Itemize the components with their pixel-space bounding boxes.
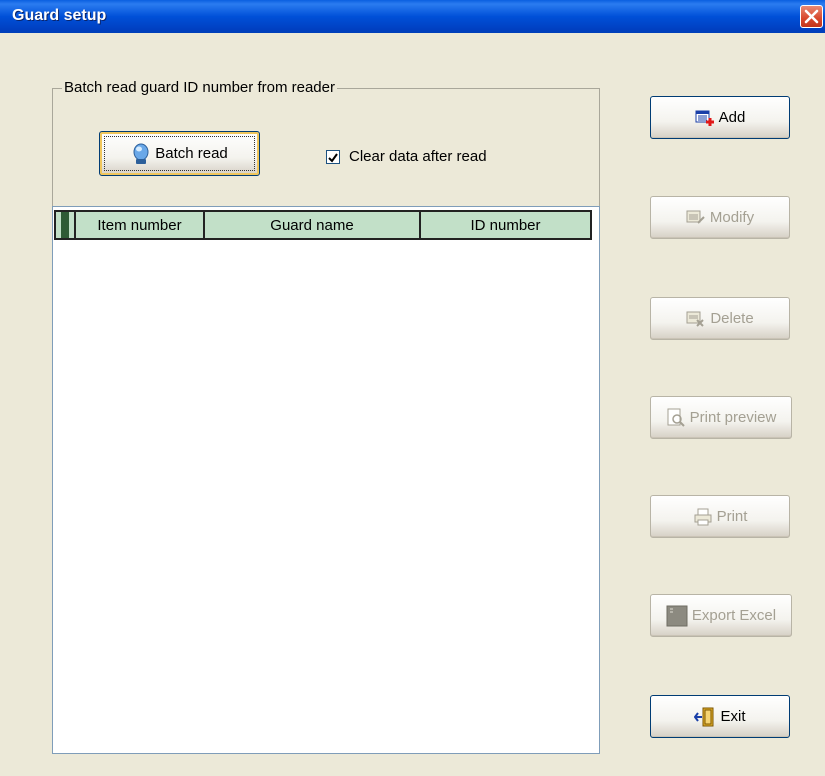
add-button[interactable]: Add xyxy=(650,96,790,139)
excel-icon xyxy=(666,605,688,627)
exit-label: Exit xyxy=(720,708,746,725)
column-header-item-number[interactable]: Item number xyxy=(76,212,205,238)
title-bar: Guard setup xyxy=(0,0,825,33)
clear-data-checkbox[interactable] xyxy=(326,149,340,164)
export-excel-button[interactable]: Export Excel xyxy=(650,594,792,637)
clear-data-label: Clear data after read xyxy=(349,148,487,165)
batch-read-label: Batch read xyxy=(155,145,228,162)
add-record-icon xyxy=(695,109,715,127)
guard-grid[interactable]: Item number Guard name ID number xyxy=(52,206,600,754)
export-excel-label: Export Excel xyxy=(691,607,777,624)
group-legend: Batch read guard ID number from reader xyxy=(62,79,337,96)
print-preview-button[interactable]: Print preview xyxy=(650,396,792,439)
column-header-guard-name[interactable]: Guard name xyxy=(205,212,421,238)
modify-label: Modify xyxy=(709,209,755,226)
print-preview-icon xyxy=(666,408,686,428)
delete-label: Delete xyxy=(710,310,754,327)
close-button[interactable] xyxy=(800,5,823,28)
window-title: Guard setup xyxy=(12,7,107,24)
grid-header: Item number Guard name ID number xyxy=(54,210,592,240)
batch-read-button[interactable]: Batch read xyxy=(99,131,260,176)
reader-device-icon xyxy=(131,143,151,165)
modify-button[interactable]: Modify xyxy=(650,196,790,239)
print-button[interactable]: Print xyxy=(650,495,790,538)
exit-door-icon xyxy=(694,707,716,727)
exit-button[interactable]: Exit xyxy=(650,695,790,738)
print-label: Print xyxy=(716,508,748,525)
add-label: Add xyxy=(718,109,746,126)
checkmark-icon xyxy=(328,152,338,163)
delete-record-icon xyxy=(686,310,706,328)
printer-icon xyxy=(693,508,713,526)
delete-button[interactable]: Delete xyxy=(650,297,790,340)
clear-data-checkbox-wrap[interactable]: Clear data after read xyxy=(326,148,487,165)
row-indicator-header xyxy=(54,212,76,238)
edit-record-icon xyxy=(686,209,706,227)
print-preview-label: Print preview xyxy=(689,409,777,426)
close-icon xyxy=(804,9,819,24)
column-header-id-number[interactable]: ID number xyxy=(421,212,592,238)
